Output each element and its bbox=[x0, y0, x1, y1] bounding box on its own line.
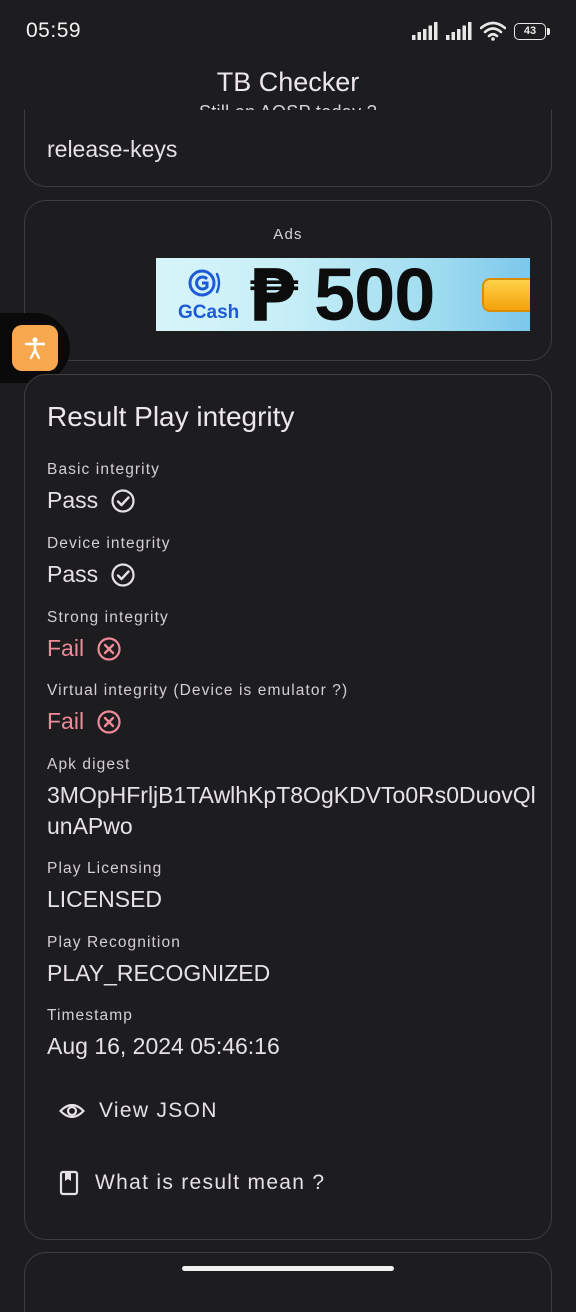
field-device-integrity: Device integrity Pass bbox=[47, 535, 537, 590]
view-json-label: View JSON bbox=[99, 1099, 218, 1122]
field-apk-digest: Apk digest 3MOpHFrljB1TAwlhKpT8OgKDVTo0R… bbox=[47, 756, 537, 842]
field-label: Timestamp bbox=[47, 1007, 133, 1024]
accessibility-icon bbox=[24, 337, 46, 360]
field-play-licensing: Play Licensing LICENSED bbox=[47, 860, 537, 915]
gcash-logo-icon bbox=[188, 269, 221, 297]
wifi-icon bbox=[480, 21, 506, 41]
status-time: 05:59 bbox=[26, 19, 82, 42]
app-title: TB Checker bbox=[216, 67, 360, 97]
field-basic-integrity: Basic integrity Pass bbox=[47, 461, 537, 516]
x-circle-icon bbox=[97, 636, 121, 661]
field-value: Fail bbox=[47, 633, 537, 664]
ads-label: Ads bbox=[273, 226, 303, 243]
check-circle-icon bbox=[111, 488, 135, 513]
ads-card: Ads GCash ₱ 500 bbox=[24, 200, 552, 361]
accessibility-bubble[interactable] bbox=[0, 313, 70, 383]
field-label: Play Licensing bbox=[47, 860, 163, 877]
field-label: Strong integrity bbox=[47, 609, 169, 626]
home-indicator[interactable] bbox=[182, 1266, 394, 1271]
check-circle-icon bbox=[111, 562, 135, 587]
build-tags-card: release-keys bbox=[24, 110, 552, 187]
play-licensing-value: LICENSED bbox=[47, 886, 163, 912]
field-virtual-integrity: Virtual integrity (Device is emulator ?)… bbox=[47, 682, 537, 737]
signal-icon-2 bbox=[446, 22, 472, 40]
virtual-integrity-value: Fail bbox=[47, 708, 85, 734]
build-tags-value: release-keys bbox=[47, 136, 178, 162]
field-label: Device integrity bbox=[47, 535, 171, 552]
book-icon bbox=[59, 1170, 79, 1196]
gcash-brand: GCash bbox=[178, 302, 240, 323]
basic-integrity-value: Pass bbox=[47, 487, 99, 513]
result-title: Result Play integrity bbox=[47, 401, 295, 432]
battery-level: 43 bbox=[514, 22, 546, 40]
field-value: Fail bbox=[47, 706, 537, 737]
status-icons: 43 bbox=[412, 21, 550, 41]
field-value: Pass bbox=[47, 559, 537, 590]
battery-icon: 43 bbox=[514, 22, 550, 40]
ad-cta-button[interactable] bbox=[482, 278, 530, 312]
field-label: Apk digest bbox=[47, 756, 131, 773]
field-label: Basic integrity bbox=[47, 461, 160, 478]
field-play-recognition: Play Recognition PLAY_RECOGNIZED bbox=[47, 934, 537, 989]
play-recognition-value: PLAY_RECOGNIZED bbox=[47, 960, 271, 986]
view-json-button[interactable]: View JSON bbox=[59, 1099, 218, 1123]
field-label: Play Recognition bbox=[47, 934, 181, 951]
what-is-result-button[interactable]: What is result mean ? bbox=[59, 1170, 325, 1196]
result-card: Result Play integrity Basic integrity Pa… bbox=[24, 374, 552, 1240]
timestamp-value: Aug 16, 2024 05:46:16 bbox=[47, 1033, 280, 1059]
ad-amount: 500 bbox=[314, 258, 435, 331]
signal-icon bbox=[412, 22, 438, 40]
next-card bbox=[24, 1252, 552, 1312]
field-label: Virtual integrity (Device is emulator ?) bbox=[47, 682, 349, 699]
field-value: Pass bbox=[47, 485, 537, 516]
device-integrity-value: Pass bbox=[47, 561, 99, 587]
accessibility-button[interactable] bbox=[12, 325, 58, 371]
what-is-result-label: What is result mean ? bbox=[95, 1171, 326, 1194]
strong-integrity-value: Fail bbox=[47, 635, 85, 661]
ad-banner[interactable]: GCash ₱ 500 bbox=[156, 258, 530, 331]
apk-digest-value: 3MOpHFrljB1TAwlhKpT8OgKDVTo0Rs0DuovQlunA… bbox=[47, 782, 536, 839]
eye-icon bbox=[59, 1103, 85, 1119]
field-timestamp: Timestamp Aug 16, 2024 05:46:16 bbox=[47, 1007, 537, 1062]
field-strong-integrity: Strong integrity Fail bbox=[47, 609, 537, 664]
currency-symbol: ₱ bbox=[248, 258, 299, 331]
status-bar: 05:59 43 bbox=[0, 0, 576, 62]
x-circle-icon bbox=[97, 709, 121, 734]
